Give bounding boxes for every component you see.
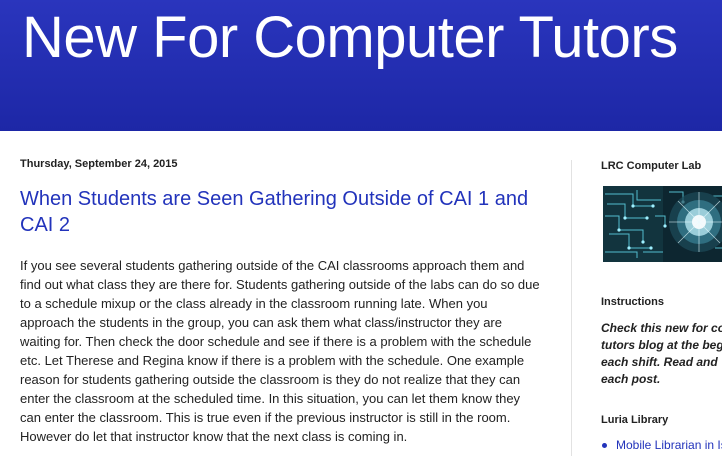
- post-date: Thursday, September 24, 2015: [20, 158, 178, 170]
- list-item[interactable]: Mobile Librarian in Is: [601, 438, 722, 452]
- luria-link-list: Mobile Librarian in Is: [601, 438, 722, 452]
- lab-widget-title: LRC Computer Lab: [601, 160, 702, 172]
- blog-header: New For Computer Tutors: [0, 0, 722, 131]
- bullet-icon: [602, 443, 607, 448]
- circuit-board-image[interactable]: [603, 186, 722, 262]
- main-column: Thursday, September 24, 2015 When Studen…: [20, 158, 540, 446]
- post-title-link[interactable]: When Students are Seen Gathering Outside…: [20, 186, 540, 238]
- instructions-text: Check this new for co tutors blog at the…: [601, 321, 722, 386]
- post-body: If you see several students gathering ou…: [20, 258, 540, 444]
- luria-library-title: Luria Library: [601, 414, 669, 426]
- column-divider: [571, 160, 572, 456]
- sidebar: LRC Computer Lab Instructions Check this…: [601, 160, 722, 452]
- circuit-board-icon: [603, 186, 722, 262]
- luria-link[interactable]: Mobile Librarian in Is: [616, 438, 722, 452]
- blog-title[interactable]: New For Computer Tutors: [22, 4, 678, 71]
- instructions-title: Instructions: [601, 296, 664, 308]
